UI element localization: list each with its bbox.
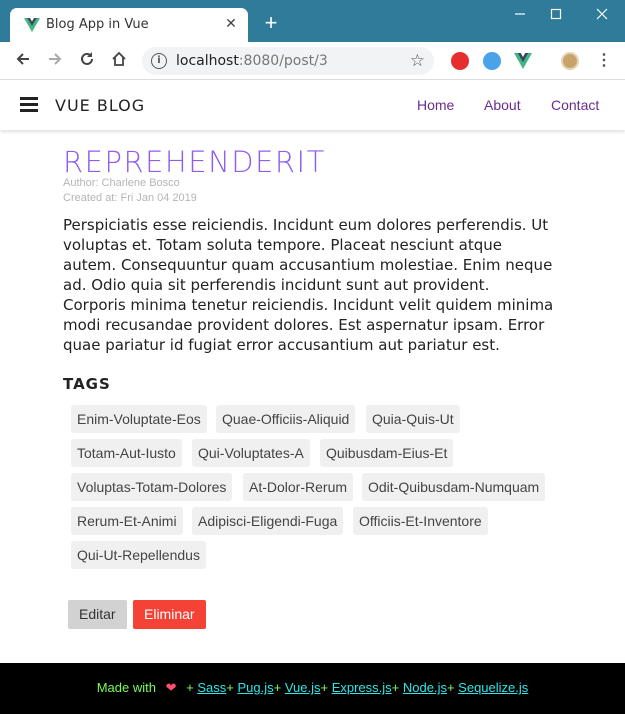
tag-chip[interactable]: Quia-Quis-Ut — [366, 405, 460, 433]
tag-chip[interactable]: Rerum-Et-Animi — [71, 507, 183, 535]
close-icon[interactable]: ✕ — [222, 14, 240, 32]
maximize-icon[interactable] — [546, 6, 566, 24]
tag-chip[interactable]: Enim-Voluptate-Eos — [71, 405, 207, 433]
post-title: REPREHENDERIT — [63, 145, 326, 179]
post-created-at: Created at: Fri Jan 04 2019 — [63, 192, 197, 204]
post-author: Author: Charlene Bosco — [63, 177, 180, 189]
footer: Made with ❤ + Sass+ Pug.js+ Vue.js+ Expr… — [0, 663, 625, 714]
link-prefix: + — [320, 680, 332, 695]
avatar[interactable] — [561, 52, 579, 70]
link-expressjs[interactable]: Express.js — [332, 680, 392, 695]
plus-icon[interactable]: + — [260, 12, 282, 34]
tag-chip[interactable]: Qui-Voluptates-A — [192, 439, 310, 467]
browser-toolbar: i localhost:8080/post/3 ☆ ⋮ — [0, 42, 625, 80]
link-prefix: + — [391, 680, 403, 695]
hamburger-menu-icon[interactable] — [20, 97, 38, 112]
tab-title: Blog App in Vue — [46, 17, 149, 32]
tag-chip[interactable]: Adipisci-Eligendi-Fuga — [192, 507, 344, 535]
home-icon[interactable] — [108, 50, 130, 72]
link-vuejs[interactable]: Vue.js — [285, 680, 321, 695]
tag-chip[interactable]: Officiis-Et-Inventore — [353, 507, 488, 535]
reload-icon[interactable] — [76, 50, 98, 72]
browser-tab[interactable]: Blog App in Vue ✕ — [10, 8, 248, 42]
link-pugjs[interactable]: Pug.js — [237, 680, 273, 695]
tag-chip[interactable]: At-Dolor-Rerum — [243, 473, 354, 501]
tag-chip[interactable]: Quae-Officiis-Aliquid — [216, 405, 356, 433]
tag-chip[interactable]: Quibusdam-Eius-Et — [320, 439, 454, 467]
nav-home[interactable]: Home — [417, 97, 454, 113]
address-bar[interactable]: i localhost:8080/post/3 ☆ — [142, 47, 434, 75]
window-close-icon[interactable] — [592, 6, 612, 24]
link-prefix: + — [186, 680, 198, 695]
edit-button[interactable]: Editar — [68, 600, 127, 629]
link-sass[interactable]: Sass — [197, 680, 226, 695]
footer-credits: Made with ❤ + Sass+ Pug.js+ Vue.js+ Expr… — [0, 680, 625, 696]
link-prefix: + — [226, 680, 238, 695]
url-text: localhost:8080/post/3 — [176, 53, 328, 69]
extension-icon[interactable] — [483, 52, 501, 70]
back-icon[interactable] — [12, 50, 34, 72]
tag-chip[interactable]: Voluptas-Totam-Dolores — [71, 473, 233, 501]
nav-contact[interactable]: Contact — [551, 97, 599, 113]
browser-titlebar: Blog App in Vue ✕ + — [0, 0, 625, 42]
link-sequelizejs[interactable]: Sequelize.js — [458, 680, 528, 695]
forward-icon[interactable] — [44, 50, 66, 72]
menu-icon[interactable]: ⋮ — [596, 50, 612, 72]
post-body: Perspiciatis esse reiciendis. Incidunt e… — [63, 216, 554, 354]
star-icon[interactable]: ☆ — [410, 51, 425, 71]
delete-button[interactable]: Eliminar — [133, 600, 206, 629]
vue-devtools-icon[interactable] — [514, 52, 532, 70]
minimize-icon[interactable] — [510, 6, 530, 24]
tag-chip[interactable]: Qui-Ut-Repellendus — [71, 541, 206, 569]
tag-chip[interactable]: Totam-Aut-Iusto — [71, 439, 182, 467]
brand-logo[interactable]: VUE BLOG — [55, 96, 145, 115]
link-prefix: + — [446, 680, 459, 695]
info-icon[interactable]: i — [151, 53, 167, 69]
heart-icon: ❤ — [165, 680, 177, 695]
tag-chip[interactable]: Odit-Quibusdam-Numquam — [362, 473, 546, 501]
link-prefix: + — [273, 680, 285, 695]
vue-logo-icon — [24, 18, 40, 32]
app-header: VUE BLOG Home About Contact — [0, 80, 625, 130]
tags-heading: TAGS — [63, 375, 111, 393]
nav-about[interactable]: About — [484, 97, 521, 113]
link-nodejs[interactable]: Node.js — [403, 680, 447, 695]
extension-icon[interactable] — [451, 52, 469, 70]
made-with-text: Made with — [96, 680, 156, 695]
